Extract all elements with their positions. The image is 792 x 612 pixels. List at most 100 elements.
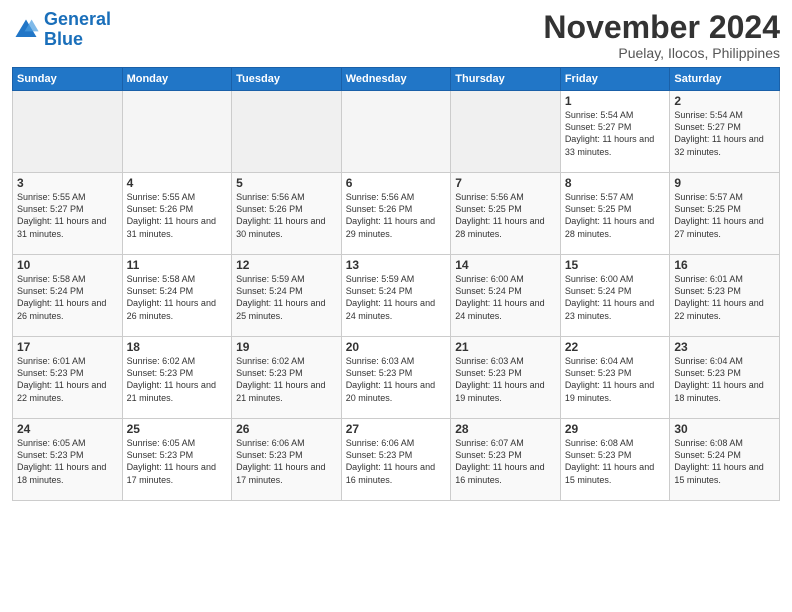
calendar-day-w1-d4 xyxy=(341,91,451,173)
calendar-day-w4-d1: 17Sunrise: 6:01 AM Sunset: 5:23 PM Dayli… xyxy=(13,337,123,419)
day-number: 5 xyxy=(236,176,337,190)
calendar-table: Sunday Monday Tuesday Wednesday Thursday… xyxy=(12,67,780,501)
day-info: Sunrise: 6:06 AM Sunset: 5:23 PM Dayligh… xyxy=(236,437,337,486)
day-number: 10 xyxy=(17,258,118,272)
calendar-day-w2-d2: 4Sunrise: 5:55 AM Sunset: 5:26 PM Daylig… xyxy=(122,173,232,255)
calendar-day-w3-d7: 16Sunrise: 6:01 AM Sunset: 5:23 PM Dayli… xyxy=(670,255,780,337)
day-info: Sunrise: 6:04 AM Sunset: 5:23 PM Dayligh… xyxy=(674,355,775,404)
day-info: Sunrise: 5:57 AM Sunset: 5:25 PM Dayligh… xyxy=(674,191,775,240)
calendar-day-w5-d4: 27Sunrise: 6:06 AM Sunset: 5:23 PM Dayli… xyxy=(341,419,451,501)
calendar-day-w1-d3 xyxy=(232,91,342,173)
day-number: 1 xyxy=(565,94,666,108)
day-number: 15 xyxy=(565,258,666,272)
day-info: Sunrise: 5:56 AM Sunset: 5:26 PM Dayligh… xyxy=(346,191,447,240)
day-info: Sunrise: 5:55 AM Sunset: 5:27 PM Dayligh… xyxy=(17,191,118,240)
calendar-day-w4-d2: 18Sunrise: 6:02 AM Sunset: 5:23 PM Dayli… xyxy=(122,337,232,419)
calendar-day-w4-d4: 20Sunrise: 6:03 AM Sunset: 5:23 PM Dayli… xyxy=(341,337,451,419)
page-container: General Blue November 2024 Puelay, Iloco… xyxy=(0,0,792,507)
day-number: 9 xyxy=(674,176,775,190)
header: General Blue November 2024 Puelay, Iloco… xyxy=(12,10,780,61)
day-number: 29 xyxy=(565,422,666,436)
day-info: Sunrise: 6:04 AM Sunset: 5:23 PM Dayligh… xyxy=(565,355,666,404)
calendar-week-5: 24Sunrise: 6:05 AM Sunset: 5:23 PM Dayli… xyxy=(13,419,780,501)
day-info: Sunrise: 5:56 AM Sunset: 5:26 PM Dayligh… xyxy=(236,191,337,240)
day-number: 6 xyxy=(346,176,447,190)
title-section: November 2024 Puelay, Ilocos, Philippine… xyxy=(543,10,780,61)
day-info: Sunrise: 6:00 AM Sunset: 5:24 PM Dayligh… xyxy=(455,273,556,322)
day-info: Sunrise: 6:05 AM Sunset: 5:23 PM Dayligh… xyxy=(127,437,228,486)
day-info: Sunrise: 6:07 AM Sunset: 5:23 PM Dayligh… xyxy=(455,437,556,486)
day-info: Sunrise: 6:03 AM Sunset: 5:23 PM Dayligh… xyxy=(346,355,447,404)
calendar-day-w1-d7: 2Sunrise: 5:54 AM Sunset: 5:27 PM Daylig… xyxy=(670,91,780,173)
calendar-day-w3-d6: 15Sunrise: 6:00 AM Sunset: 5:24 PM Dayli… xyxy=(560,255,670,337)
col-friday: Friday xyxy=(560,68,670,91)
day-info: Sunrise: 6:06 AM Sunset: 5:23 PM Dayligh… xyxy=(346,437,447,486)
day-number: 7 xyxy=(455,176,556,190)
day-info: Sunrise: 5:56 AM Sunset: 5:25 PM Dayligh… xyxy=(455,191,556,240)
day-info: Sunrise: 5:54 AM Sunset: 5:27 PM Dayligh… xyxy=(565,109,666,158)
calendar-day-w4-d5: 21Sunrise: 6:03 AM Sunset: 5:23 PM Dayli… xyxy=(451,337,561,419)
col-thursday: Thursday xyxy=(451,68,561,91)
calendar-day-w2-d5: 7Sunrise: 5:56 AM Sunset: 5:25 PM Daylig… xyxy=(451,173,561,255)
calendar-day-w1-d2 xyxy=(122,91,232,173)
calendar-day-w5-d5: 28Sunrise: 6:07 AM Sunset: 5:23 PM Dayli… xyxy=(451,419,561,501)
day-info: Sunrise: 6:00 AM Sunset: 5:24 PM Dayligh… xyxy=(565,273,666,322)
logo-line1: General xyxy=(44,9,111,29)
day-number: 19 xyxy=(236,340,337,354)
location-title: Puelay, Ilocos, Philippines xyxy=(543,45,780,61)
calendar-week-3: 10Sunrise: 5:58 AM Sunset: 5:24 PM Dayli… xyxy=(13,255,780,337)
calendar-week-1: 1Sunrise: 5:54 AM Sunset: 5:27 PM Daylig… xyxy=(13,91,780,173)
calendar-header-row: Sunday Monday Tuesday Wednesday Thursday… xyxy=(13,68,780,91)
day-info: Sunrise: 6:02 AM Sunset: 5:23 PM Dayligh… xyxy=(236,355,337,404)
day-info: Sunrise: 6:01 AM Sunset: 5:23 PM Dayligh… xyxy=(17,355,118,404)
day-number: 25 xyxy=(127,422,228,436)
col-sunday: Sunday xyxy=(13,68,123,91)
calendar-day-w3-d3: 12Sunrise: 5:59 AM Sunset: 5:24 PM Dayli… xyxy=(232,255,342,337)
day-info: Sunrise: 6:08 AM Sunset: 5:24 PM Dayligh… xyxy=(674,437,775,486)
calendar-day-w4-d6: 22Sunrise: 6:04 AM Sunset: 5:23 PM Dayli… xyxy=(560,337,670,419)
col-saturday: Saturday xyxy=(670,68,780,91)
calendar-day-w5-d7: 30Sunrise: 6:08 AM Sunset: 5:24 PM Dayli… xyxy=(670,419,780,501)
calendar-day-w3-d4: 13Sunrise: 5:59 AM Sunset: 5:24 PM Dayli… xyxy=(341,255,451,337)
day-number: 27 xyxy=(346,422,447,436)
month-title: November 2024 xyxy=(543,10,780,45)
day-info: Sunrise: 5:58 AM Sunset: 5:24 PM Dayligh… xyxy=(17,273,118,322)
calendar-day-w5-d2: 25Sunrise: 6:05 AM Sunset: 5:23 PM Dayli… xyxy=(122,419,232,501)
calendar-day-w3-d1: 10Sunrise: 5:58 AM Sunset: 5:24 PM Dayli… xyxy=(13,255,123,337)
day-number: 11 xyxy=(127,258,228,272)
calendar-day-w3-d2: 11Sunrise: 5:58 AM Sunset: 5:24 PM Dayli… xyxy=(122,255,232,337)
day-number: 17 xyxy=(17,340,118,354)
calendar-day-w5-d3: 26Sunrise: 6:06 AM Sunset: 5:23 PM Dayli… xyxy=(232,419,342,501)
day-number: 26 xyxy=(236,422,337,436)
col-monday: Monday xyxy=(122,68,232,91)
day-number: 14 xyxy=(455,258,556,272)
calendar-week-4: 17Sunrise: 6:01 AM Sunset: 5:23 PM Dayli… xyxy=(13,337,780,419)
calendar-week-2: 3Sunrise: 5:55 AM Sunset: 5:27 PM Daylig… xyxy=(13,173,780,255)
calendar-day-w4-d3: 19Sunrise: 6:02 AM Sunset: 5:23 PM Dayli… xyxy=(232,337,342,419)
calendar-day-w2-d7: 9Sunrise: 5:57 AM Sunset: 5:25 PM Daylig… xyxy=(670,173,780,255)
day-number: 13 xyxy=(346,258,447,272)
day-number: 30 xyxy=(674,422,775,436)
calendar-day-w2-d6: 8Sunrise: 5:57 AM Sunset: 5:25 PM Daylig… xyxy=(560,173,670,255)
day-number: 2 xyxy=(674,94,775,108)
calendar-day-w3-d5: 14Sunrise: 6:00 AM Sunset: 5:24 PM Dayli… xyxy=(451,255,561,337)
day-number: 3 xyxy=(17,176,118,190)
day-number: 21 xyxy=(455,340,556,354)
day-info: Sunrise: 5:59 AM Sunset: 5:24 PM Dayligh… xyxy=(346,273,447,322)
day-number: 28 xyxy=(455,422,556,436)
day-info: Sunrise: 6:02 AM Sunset: 5:23 PM Dayligh… xyxy=(127,355,228,404)
day-number: 12 xyxy=(236,258,337,272)
day-info: Sunrise: 5:57 AM Sunset: 5:25 PM Dayligh… xyxy=(565,191,666,240)
logo-icon xyxy=(12,16,40,44)
day-info: Sunrise: 5:55 AM Sunset: 5:26 PM Dayligh… xyxy=(127,191,228,240)
col-wednesday: Wednesday xyxy=(341,68,451,91)
day-info: Sunrise: 5:54 AM Sunset: 5:27 PM Dayligh… xyxy=(674,109,775,158)
calendar-day-w2-d1: 3Sunrise: 5:55 AM Sunset: 5:27 PM Daylig… xyxy=(13,173,123,255)
day-number: 23 xyxy=(674,340,775,354)
day-info: Sunrise: 5:58 AM Sunset: 5:24 PM Dayligh… xyxy=(127,273,228,322)
day-number: 18 xyxy=(127,340,228,354)
day-info: Sunrise: 6:01 AM Sunset: 5:23 PM Dayligh… xyxy=(674,273,775,322)
day-number: 4 xyxy=(127,176,228,190)
day-number: 20 xyxy=(346,340,447,354)
day-info: Sunrise: 5:59 AM Sunset: 5:24 PM Dayligh… xyxy=(236,273,337,322)
